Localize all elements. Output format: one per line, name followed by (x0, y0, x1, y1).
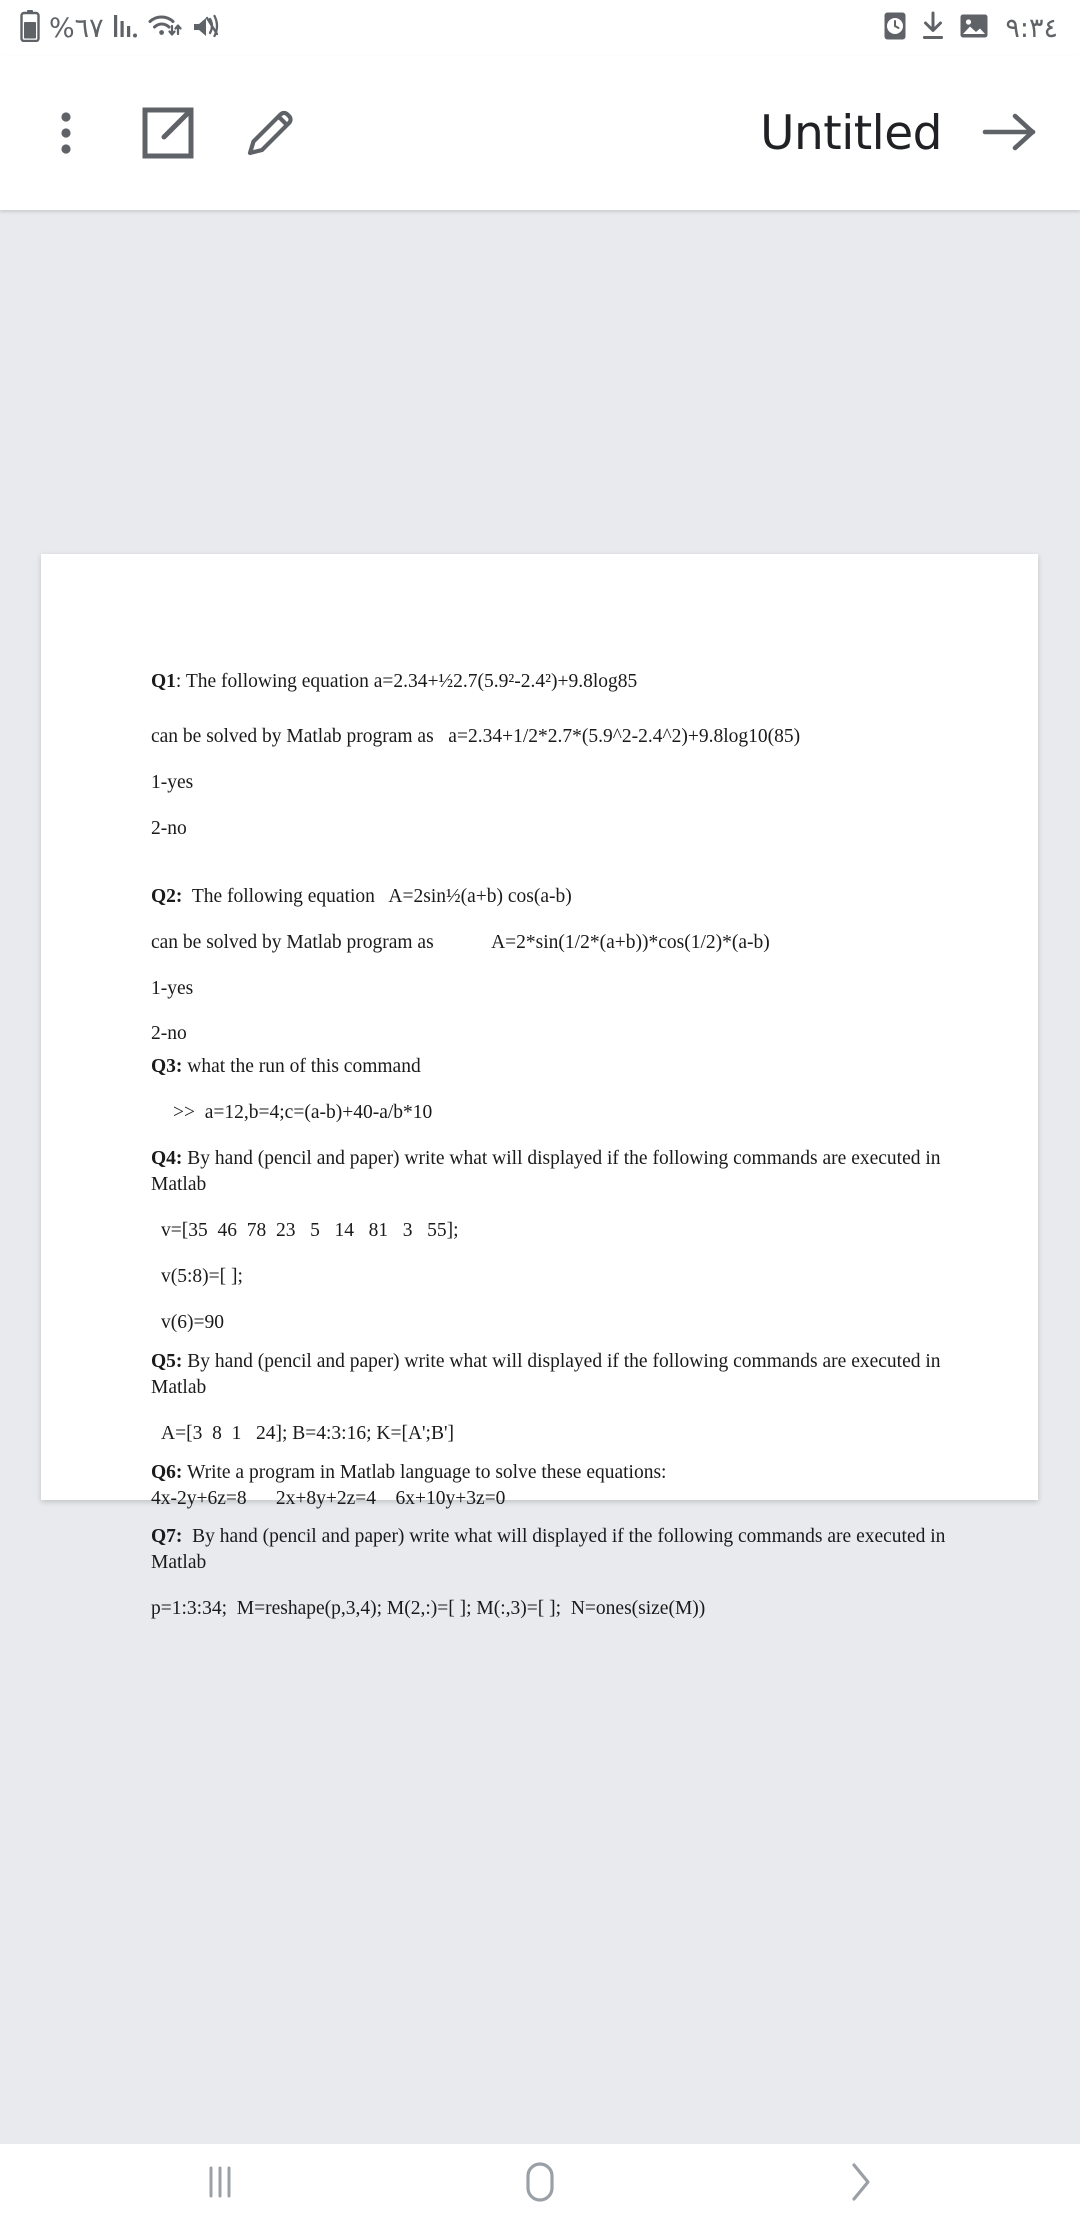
status-bar-right-group: ٩:٣٤ (883, 11, 1058, 46)
open-external-button[interactable] (130, 95, 206, 171)
edit-button[interactable] (232, 95, 308, 171)
signal-bars-icon (113, 12, 139, 45)
question-line-q7-title: Q7: By hand (pencil and paper) write wha… (151, 1526, 951, 1574)
question-line-q2-solution: can be solved by Matlab program as A=2*s… (151, 931, 770, 953)
clock-label: ٩:٣٤ (1005, 12, 1058, 44)
question-line-q2-option-2: 2-no (151, 1023, 187, 1045)
question-line-q2-option-1: 1-yes (151, 977, 194, 999)
toolbar-action-group (28, 95, 308, 171)
document-viewer[interactable]: Q1: The following equation a=2.34+½2.7(5… (0, 210, 1080, 2144)
question-line-q1-solution: can be solved by Matlab program as a=2.3… (151, 725, 801, 747)
app-toolbar: Untitled (0, 56, 1080, 210)
question-line-q2-title: Q2: The following equation A=2sin½(a+b) … (151, 885, 572, 907)
image-icon (959, 12, 989, 45)
battery-icon (20, 9, 40, 47)
system-navigation-bar (0, 2144, 1080, 2220)
question-line-q7-command: p=1:3:34; M=reshape(p,3,4); M(2,:)=[ ]; … (151, 1598, 706, 1620)
open-in-new-icon (141, 106, 195, 160)
question-line-q6-title: Q6: Write a program in Matlab language t… (151, 1461, 667, 1483)
wifi-icon (148, 12, 182, 45)
question-line-q1-option-2: 2-no (151, 817, 187, 839)
question-line-q3-command: >> a=12,b=4;c=(a-b)+40-a/b*10 (173, 1102, 433, 1124)
question-line-q4-command-2: v(5:8)=[ ]; (161, 1265, 243, 1287)
document-text-body: Q1: The following equation a=2.34+½2.7(5… (151, 669, 992, 1622)
back-button[interactable] (785, 2144, 935, 2220)
question-line-q5-command: A=[3 8 1 24]; B=4:3:16; K=[A';B'] (161, 1422, 454, 1444)
question-line-q1-title: Q1: The following equation a=2.34+½2.7(5… (151, 671, 638, 692)
question-line-q3-title: Q3: what the run of this command (151, 1056, 421, 1078)
arrow-right-icon (982, 110, 1038, 157)
question-line-q6-equations: 4x-2y+6z=8 2x+8y+2z=4 6x+10y+3z=0 (151, 1487, 506, 1509)
recent-apps-icon (200, 2160, 240, 2204)
forward-button[interactable] (970, 93, 1050, 173)
question-line-q4-title: Q4: By hand (pencil and paper) write wha… (151, 1148, 946, 1196)
battery-percent-label: %٦٧ (49, 12, 104, 44)
pencil-icon (244, 107, 296, 159)
download-icon (920, 11, 946, 46)
question-line-q1-option-1: 1-yes (151, 771, 194, 793)
page-title: Untitled (760, 105, 942, 161)
question-line-q4-command-1: v=[35 46 78 23 5 14 81 3 55]; (161, 1220, 459, 1242)
status-bar: %٦٧ ٩:٣٤ (0, 0, 1080, 56)
overflow-menu-button[interactable] (28, 95, 104, 171)
status-bar-left-group: %٦٧ (20, 9, 219, 47)
question-line-q4-command-3: v(6)=90 (161, 1311, 224, 1333)
question-line-q5-title: Q5: By hand (pencil and paper) write wha… (151, 1350, 946, 1398)
alarm-clock-icon (883, 11, 907, 46)
chevron-right-icon (842, 2158, 878, 2206)
document-page: Q1: The following equation a=2.34+½2.7(5… (41, 554, 1038, 1619)
recent-apps-button[interactable] (145, 2144, 295, 2220)
more-vertical-icon (61, 111, 71, 155)
vibrate-mode-icon (191, 12, 219, 45)
home-button[interactable] (465, 2144, 615, 2220)
home-icon (519, 2158, 561, 2206)
